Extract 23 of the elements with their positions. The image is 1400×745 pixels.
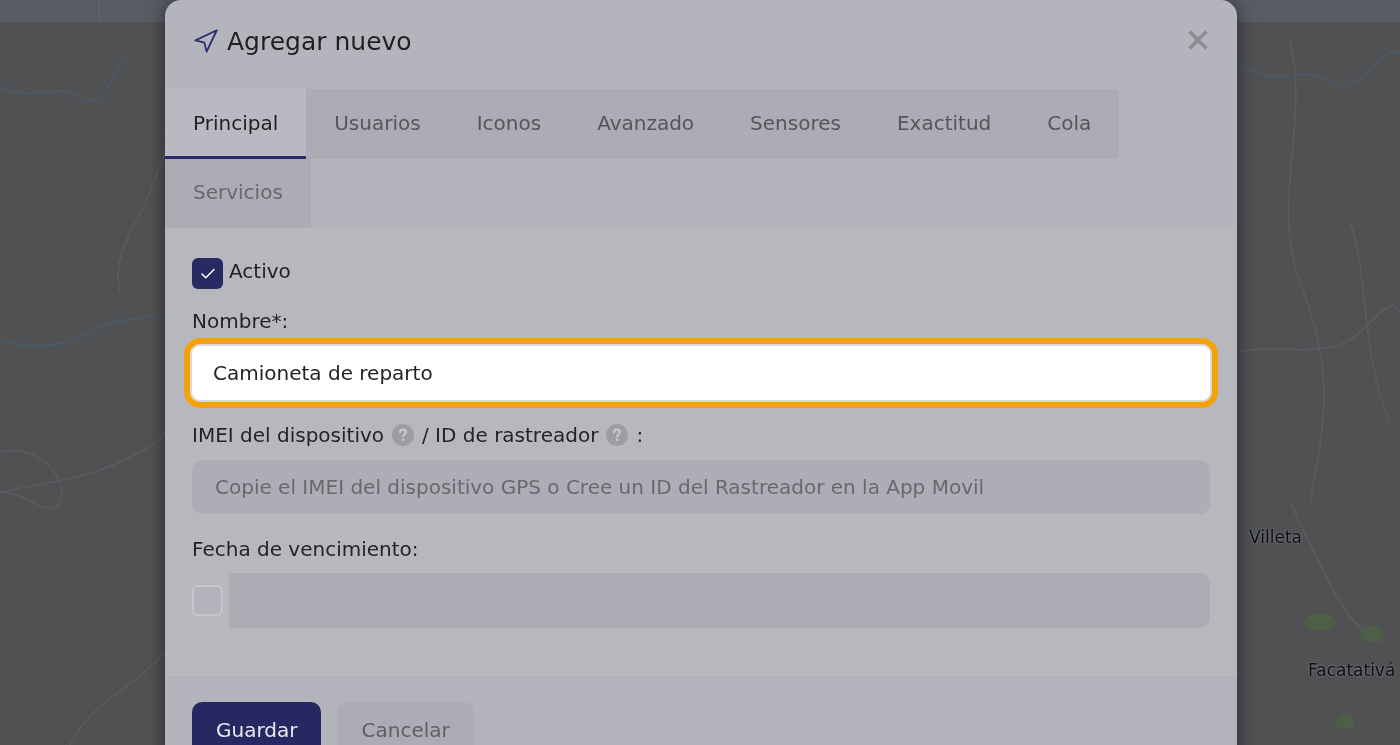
field-label: Nombre*: [192,308,290,335]
checkbox-label: Activo [229,257,291,285]
close-icon [1188,29,1208,50]
field-label: : [636,422,644,449]
field-label: Fecha de vencimiento: [192,536,420,563]
field-label: IMEI del dispositivo [192,422,384,449]
tab[interactable]: Exactitud [868,89,1020,159]
save-button[interactable]: Guardar [192,702,322,745]
field-label: / ID de rastreador [422,422,599,449]
checkbox[interactable] [192,258,223,289]
tab[interactable]: Sensores [722,89,869,159]
close-button[interactable] [1188,29,1208,50]
tab[interactable]: Cola [1019,89,1120,159]
dialog-title: Agregar nuevo [227,25,412,58]
tab[interactable]: Avanzado [569,89,723,159]
map-label: Villeta [1249,526,1302,548]
tab[interactable]: Principal [165,89,307,159]
map-label: Facatativá [1308,659,1396,681]
tab[interactable]: Iconos [448,89,570,159]
tab[interactable]: Usuarios [306,89,449,159]
text-input[interactable]: Camioneta de reparto [184,338,1218,408]
cancel-button[interactable]: Cancelar [337,702,474,745]
navigation-icon [192,28,219,55]
